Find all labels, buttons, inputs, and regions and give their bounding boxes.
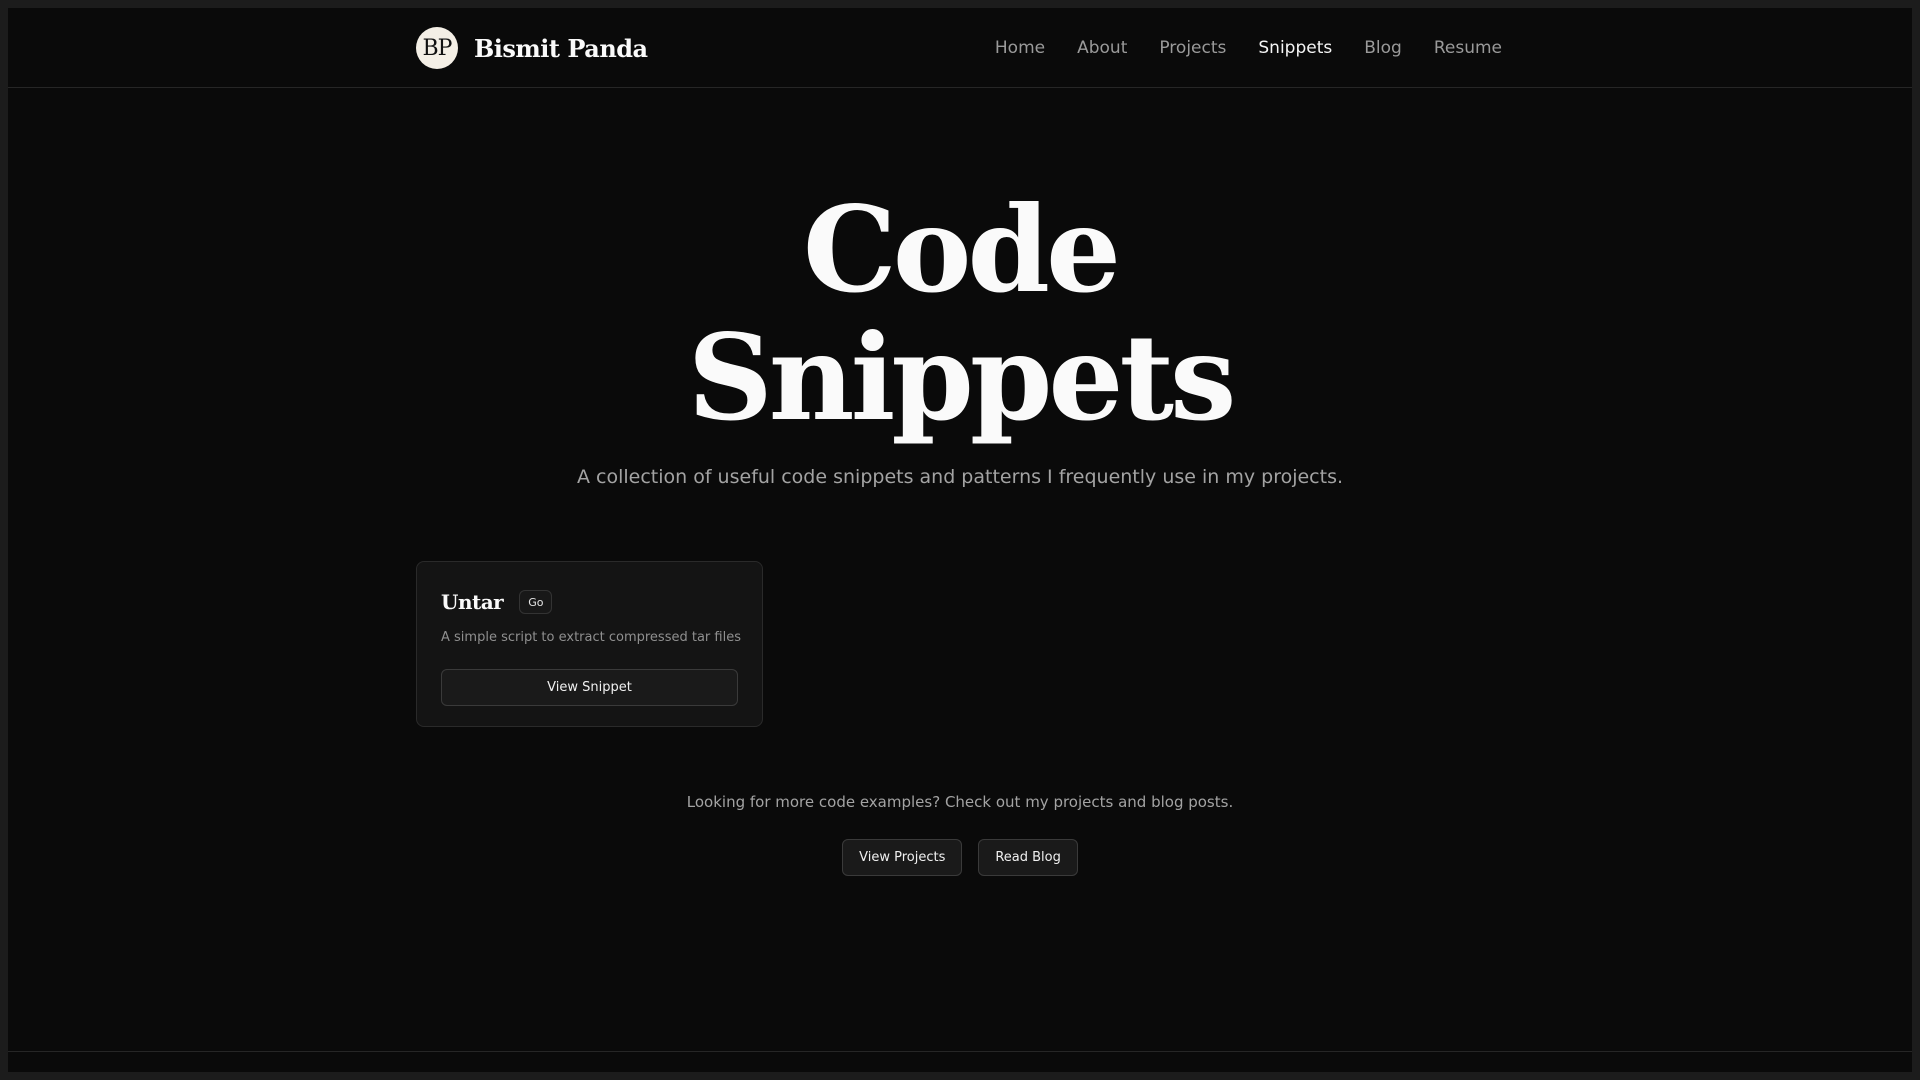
page-title-line-2: Snippets [687, 308, 1237, 447]
nav-item-projects[interactable]: Projects [1159, 38, 1226, 58]
brand-link[interactable]: BP Bismit Panda [416, 27, 648, 69]
nav-item-snippets[interactable]: Snippets [1258, 38, 1332, 58]
read-blog-button[interactable]: Read Blog [978, 839, 1078, 876]
page: BP Bismit Panda Home About Projects Snip… [8, 8, 1912, 1072]
cta-text: Looking for more code examples? Check ou… [686, 793, 1234, 811]
snippet-card-header: Untar Go [441, 590, 553, 614]
site-name: Bismit Panda [474, 33, 648, 63]
page-title: Code Snippets [8, 186, 1912, 442]
nav-item-resume[interactable]: Resume [1434, 38, 1502, 58]
footer-divider [8, 1051, 1912, 1052]
page-subtitle: A collection of useful code snippets and… [576, 466, 1344, 488]
logo-avatar: BP [416, 27, 458, 69]
site-header: BP Bismit Panda Home About Projects Snip… [8, 8, 1912, 88]
nav-item-about[interactable]: About [1077, 38, 1127, 58]
nav-item-home[interactable]: Home [995, 38, 1045, 58]
nav-item-blog[interactable]: Blog [1364, 38, 1402, 58]
view-projects-button[interactable]: View Projects [842, 839, 963, 876]
snippet-description: A simple script to extract compressed ta… [441, 630, 741, 645]
language-badge: Go [519, 590, 553, 614]
snippet-card: Untar Go A simple script to extract comp… [416, 561, 763, 727]
main-nav: Home About Projects Snippets Blog Resume [995, 8, 1502, 88]
view-snippet-button[interactable]: View Snippet [441, 669, 738, 706]
page-title-line-1: Code [802, 180, 1121, 319]
snippet-title: Untar [441, 590, 504, 614]
cta-buttons: View Projects Read Blog [8, 839, 1912, 876]
